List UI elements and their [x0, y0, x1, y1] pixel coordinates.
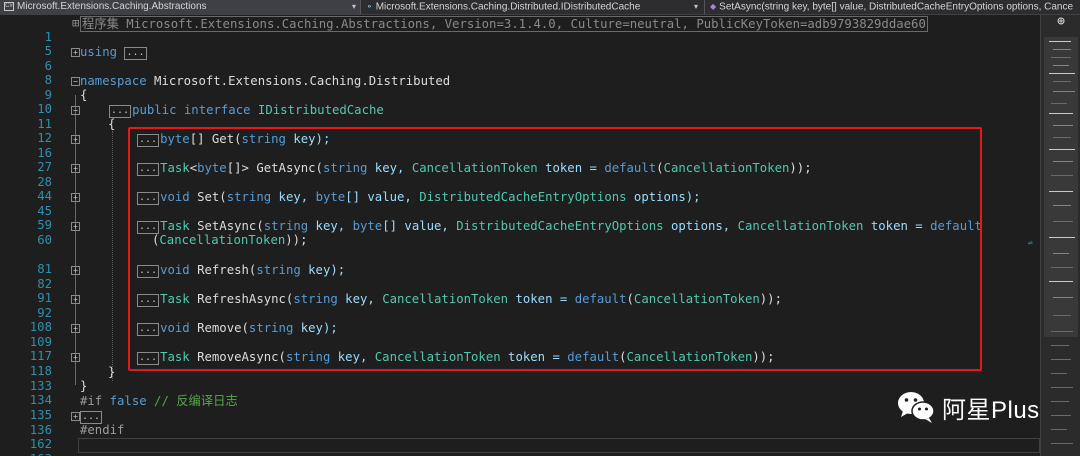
- minimap-mark: [1053, 221, 1073, 222]
- chevron-down-icon: ▾: [693, 2, 698, 11]
- minimap-mark: [1051, 345, 1069, 346]
- minimap-mark: [1051, 267, 1073, 268]
- minimap-mark: [1051, 331, 1073, 332]
- code-line-134[interactable]: 134 }: [0, 379, 1040, 407]
- project-dropdown-label: Microsoft.Extensions.Caching.Abstraction…: [17, 1, 207, 12]
- minimap-mark: [1051, 415, 1071, 416]
- open-brace: {: [80, 88, 88, 102]
- minimap-mark: [1049, 41, 1071, 42]
- minimap-mark: [1051, 57, 1071, 58]
- preprocessor-endif: #endif: [80, 423, 125, 437]
- expand-icon[interactable]: +: [71, 222, 80, 231]
- fold-toggle[interactable]: ⊞: [72, 16, 79, 30]
- namespace-name: Microsoft.Extensions.Caching.Distributed: [146, 74, 451, 88]
- chevron-down-icon: ▾: [351, 2, 356, 11]
- minimap-mark: [1049, 149, 1075, 150]
- wechat-logo-icon: [896, 389, 936, 425]
- minimap-mark: [1049, 237, 1075, 238]
- code-editor[interactable]: 1 ⊞ 程序集 Microsoft.Extensions.Caching.Abs…: [0, 15, 1040, 456]
- public-keyword: public: [132, 103, 177, 117]
- false-keyword: false: [102, 394, 147, 408]
- code-line-11[interactable]: 11 − ... public interface IDistributedCac…: [0, 103, 1040, 131]
- assembly-icon: C#: [4, 1, 14, 11]
- minimap-mark: [1053, 65, 1069, 66]
- expand-icon[interactable]: +: [71, 295, 80, 304]
- navbar-divider: [360, 0, 361, 14]
- line-number: 163: [0, 452, 52, 456]
- expand-icon[interactable]: +: [71, 353, 80, 362]
- current-line-highlight: [78, 438, 1040, 453]
- type-dropdown[interactable]: ⚬ Microsoft.Extensions.Caching.Distribute…: [362, 0, 702, 14]
- navbar-divider: [704, 0, 705, 14]
- code-line-162[interactable]: 162 #endif: [0, 423, 1040, 451]
- code-line-6[interactable]: 6 + using ...: [0, 45, 1040, 73]
- code-line-8[interactable]: 8: [0, 59, 1040, 87]
- namespace-keyword: namespace: [80, 74, 147, 88]
- minimap-mark: [1051, 401, 1069, 402]
- minimap-mark: [1049, 113, 1073, 114]
- wechat-watermark: 阿星Plus: [896, 387, 1040, 427]
- minimap-mark: [1053, 137, 1071, 138]
- minimap-mark: [1053, 297, 1073, 298]
- minimap-mark: [1053, 315, 1071, 316]
- watermark-text: 阿星Plus: [942, 396, 1040, 424]
- decompilation-log-comment: // 反编译日志: [146, 394, 238, 408]
- split-window-icon[interactable]: ⊕: [1055, 15, 1067, 29]
- code-line-1[interactable]: 1 ⊞ 程序集 Microsoft.Extensions.Caching.Abs…: [0, 16, 1040, 44]
- scrollbar-thumb[interactable]: [1044, 37, 1078, 337]
- code-line-136[interactable]: 136 + ...: [0, 409, 1040, 437]
- change-marker-icon: ⇌: [1028, 238, 1033, 247]
- minimap-mark: [1053, 81, 1071, 82]
- minimap-mark: [1049, 73, 1075, 74]
- minimap-mark: [1053, 49, 1071, 50]
- minimap-mark: [1051, 387, 1073, 388]
- minimap-mark: [1051, 359, 1071, 360]
- minimap-mark: [1053, 161, 1073, 162]
- collapse-icon[interactable]: −: [71, 106, 80, 115]
- close-brace: }: [108, 365, 116, 379]
- expand-icon[interactable]: +: [71, 266, 80, 275]
- member-dropdown[interactable]: ◆ SetAsync(string key, byte[] value, Dist…: [706, 0, 1080, 14]
- minimap-mark: [1051, 429, 1067, 430]
- highlight-annotation-box: [128, 127, 982, 371]
- interface-keyword: interface: [176, 103, 251, 117]
- project-dropdown[interactable]: C# Microsoft.Extensions.Caching.Abstracti…: [0, 0, 360, 14]
- collapse-icon[interactable]: −: [71, 77, 80, 86]
- minimap-mark: [1053, 205, 1071, 206]
- method-icon: ◆: [710, 2, 717, 11]
- navigation-bar: C# Microsoft.Extensions.Caching.Abstracti…: [0, 0, 1080, 15]
- expand-icon[interactable]: +: [71, 412, 80, 421]
- interface-icon: ⚬: [366, 2, 373, 11]
- minimap-mark: [1049, 191, 1073, 192]
- code-line-9[interactable]: 9 − namespace Microsoft.Extensions.Cachi…: [0, 74, 1040, 102]
- expand-icon[interactable]: +: [71, 324, 80, 333]
- minimap-mark: [1051, 443, 1073, 444]
- expand-icon[interactable]: +: [71, 48, 80, 57]
- minimap-mark: [1053, 253, 1069, 254]
- close-brace: }: [80, 379, 88, 393]
- member-dropdown-label: SetAsync(string key, byte[] value, Distr…: [719, 1, 1074, 13]
- code-line-5[interactable]: 5: [0, 30, 1040, 58]
- minimap-mark: [1053, 91, 1075, 92]
- minimap-mark: [1049, 281, 1073, 282]
- code-line-10[interactable]: 10 {: [0, 88, 1040, 116]
- expand-icon[interactable]: +: [71, 135, 80, 144]
- code-editor-window: C# Microsoft.Extensions.Caching.Abstracti…: [0, 0, 1080, 456]
- open-brace: {: [108, 117, 116, 131]
- code-line-135[interactable]: 135 #if false // 反编译日志: [0, 394, 1040, 422]
- vertical-scrollbar[interactable]: ⊕: [1040, 15, 1080, 456]
- using-keyword: using: [80, 45, 118, 59]
- interface-name: IDistributedCache: [250, 103, 384, 117]
- minimap-mark: [1051, 373, 1067, 374]
- minimap-mark: [1053, 125, 1073, 126]
- expand-icon[interactable]: +: [71, 193, 80, 202]
- minimap-mark: [1051, 103, 1067, 104]
- type-dropdown-label: Microsoft.Extensions.Caching.Distributed…: [375, 1, 641, 13]
- preprocessor-if: #if: [80, 394, 103, 408]
- minimap-mark: [1051, 175, 1073, 176]
- expand-icon[interactable]: +: [71, 164, 80, 173]
